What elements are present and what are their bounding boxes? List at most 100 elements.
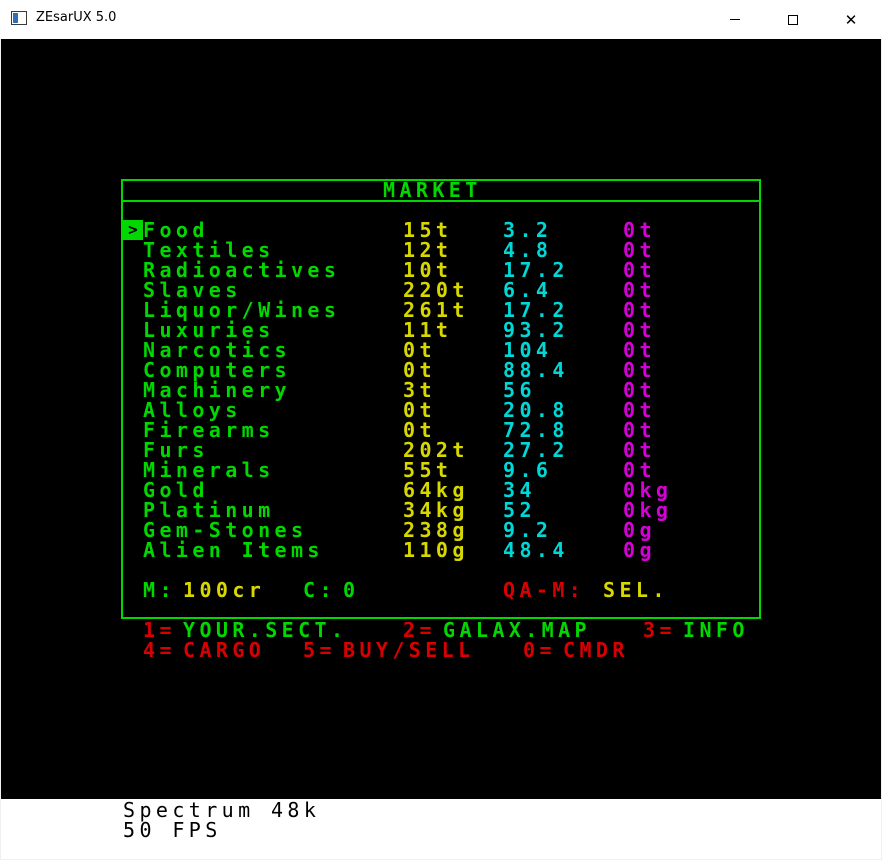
selection-cursor: > xyxy=(123,220,143,240)
commodity-name: Luxuries xyxy=(143,318,275,342)
menu-item-your-sect[interactable]: YOUR.SECT. xyxy=(183,620,347,640)
machine-label: Spectrum 48k xyxy=(123,798,321,822)
commodity-name: Liquor/Wines xyxy=(143,298,341,322)
commodity-price: 17.2 xyxy=(503,258,569,282)
commodity-name: Platinum xyxy=(143,498,275,522)
window-title-bar: ZEsarUX 5.0 ✕ xyxy=(0,0,882,40)
commodity-name: Minerals xyxy=(143,458,275,482)
market-title: MARKET xyxy=(383,178,482,202)
menu-item-info[interactable]: INFO xyxy=(683,620,749,640)
commodity-price: 104 xyxy=(503,338,553,362)
commodity-price: 20.8 xyxy=(503,398,569,422)
commodity-quantity: 110g xyxy=(403,538,469,562)
commodity-name: Computers xyxy=(143,358,291,382)
maximize-button[interactable] xyxy=(764,0,822,39)
commodity-in-hold: 0t xyxy=(623,338,656,362)
commodity-name: Gem-Stones xyxy=(143,518,308,542)
commodity-price: 88.4 xyxy=(503,358,569,382)
menu-item-cargo[interactable]: CARGO xyxy=(183,640,265,660)
commodity-quantity: 0t xyxy=(403,358,436,382)
commodity-quantity: 55t xyxy=(403,458,453,482)
commodity-name: Firearms xyxy=(143,418,275,442)
menu-key-3: 3= xyxy=(643,618,676,642)
commodity-price: 3.2 xyxy=(503,218,553,242)
commodity-quantity: 11t xyxy=(403,318,453,342)
commodity-in-hold: 0t xyxy=(623,278,656,302)
maximize-icon xyxy=(788,14,798,25)
commodity-price: 34 xyxy=(503,478,536,502)
commodity-in-hold: 0kg xyxy=(623,498,673,522)
commodity-price: 9.6 xyxy=(503,458,553,482)
menu-key-2: 2= xyxy=(403,618,436,642)
commodity-name: Textiles xyxy=(143,238,275,262)
commodity-name: Slaves xyxy=(143,278,242,302)
commodity-quantity: 3t xyxy=(403,378,436,402)
commodity-price: 93.2 xyxy=(503,318,569,342)
cargo-label: C: xyxy=(303,578,336,602)
close-button[interactable]: ✕ xyxy=(822,0,880,39)
commodity-quantity: 0t xyxy=(403,398,436,422)
commodity-quantity: 202t xyxy=(403,438,469,462)
money-label: M: xyxy=(143,578,176,602)
commodity-price: 52 xyxy=(503,498,536,522)
commodity-name: Alloys xyxy=(143,398,242,422)
commodity-in-hold: 0g xyxy=(623,518,656,542)
commodity-in-hold: 0t xyxy=(623,298,656,322)
commodity-in-hold: 0t xyxy=(623,378,656,402)
commodity-quantity: 238g xyxy=(403,518,469,542)
fps-label: 50 FPS xyxy=(123,818,222,842)
commodity-name: Narcotics xyxy=(143,338,291,362)
app-icon xyxy=(11,11,27,25)
keys-action: SEL. xyxy=(603,578,669,602)
commodity-in-hold: 0t xyxy=(623,318,656,342)
commodity-quantity: 0t xyxy=(403,338,436,362)
window-title: ZEsarUX 5.0 xyxy=(36,10,117,25)
menu-item-cmdr[interactable]: CMDR xyxy=(563,640,629,660)
commodity-in-hold: 0t xyxy=(623,438,656,462)
commodity-price: 72.8 xyxy=(503,418,569,442)
commodity-in-hold: 0t xyxy=(623,418,656,442)
emulator-screen[interactable]: MARKET > Food 15t 3.2 0t Textiles 12t 4.8 0t Rad… xyxy=(1,39,881,799)
menu-key-4: 4= xyxy=(143,638,176,662)
commodity-name: Food xyxy=(143,218,209,242)
close-icon: ✕ xyxy=(844,10,858,29)
commodity-name: Alien Items xyxy=(143,538,324,562)
commodity-price: 9.2 xyxy=(503,518,553,542)
commodity-quantity: 34kg xyxy=(403,498,469,522)
commodity-name: Gold xyxy=(143,478,209,502)
commodity-in-hold: 0t xyxy=(623,258,656,282)
minimize-button[interactable] xyxy=(706,0,764,39)
emulator-status-bar: Spectrum 48k 50 FPS xyxy=(1,799,881,859)
commodity-in-hold: 0t xyxy=(623,398,656,422)
commodity-price: 48.4 xyxy=(503,538,569,562)
money-value: 100cr xyxy=(183,578,266,602)
commodity-quantity: 220t xyxy=(403,278,469,302)
menu-item-galax-map[interactable]: GALAX.MAP xyxy=(443,620,591,640)
commodity-name: Radioactives xyxy=(143,258,341,282)
menu-key-0: 0= xyxy=(523,638,556,662)
menu-item-buy-sell[interactable]: BUY/SELL xyxy=(343,640,475,660)
commodity-quantity: 64kg xyxy=(403,478,469,502)
commodity-name: Machinery xyxy=(143,378,291,402)
commodity-quantity: 12t xyxy=(403,238,453,262)
commodity-quantity: 261t xyxy=(403,298,469,322)
menu-key-5: 5= xyxy=(303,638,336,662)
commodity-name: Furs xyxy=(143,438,209,462)
commodity-quantity: 0t xyxy=(403,418,436,442)
commodity-price: 27.2 xyxy=(503,438,569,462)
commodity-in-hold: 0kg xyxy=(623,478,673,502)
commodity-in-hold: 0g xyxy=(623,538,656,562)
keys-label: QA-M: xyxy=(503,578,586,602)
commodity-price: 17.2 xyxy=(503,298,569,322)
commodity-in-hold: 0t xyxy=(623,238,656,262)
minimize-icon xyxy=(730,19,740,20)
commodity-in-hold: 0t xyxy=(623,218,656,242)
commodity-price: 6.4 xyxy=(503,278,553,302)
commodity-price: 4.8 xyxy=(503,238,553,262)
menu-key-1: 1= xyxy=(143,618,176,642)
cargo-value: 0 xyxy=(343,578,360,602)
commodity-price: 56 xyxy=(503,378,536,402)
commodity-quantity: 15t xyxy=(403,218,453,242)
commodity-in-hold: 0t xyxy=(623,358,656,382)
commodity-in-hold: 0t xyxy=(623,458,656,482)
